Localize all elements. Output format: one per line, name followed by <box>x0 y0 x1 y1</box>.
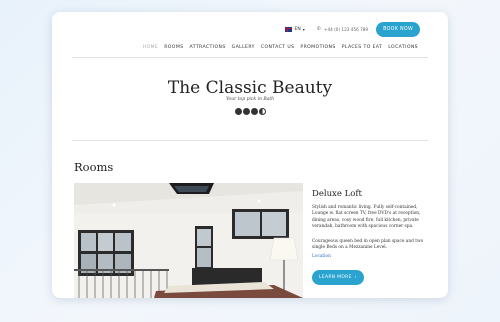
book-now-button[interactable]: BOOK NOW <box>376 21 420 37</box>
rooms-heading: Rooms <box>74 160 114 174</box>
room-description: Stylish and romantic living. Fully self-… <box>312 205 421 229</box>
nav-item-places-to-eat[interactable]: PLACES TO EAT <box>342 45 383 50</box>
room-photo[interactable] <box>74 183 303 298</box>
nav-item-home[interactable]: HOME <box>143 45 159 50</box>
phone-contact[interactable]: ✆ +44 (0) 123 456 789 <box>317 26 368 32</box>
rating-dot-full-icon <box>250 108 258 115</box>
rating-dots <box>52 108 448 115</box>
nav-item-rooms[interactable]: ROOMS <box>164 45 183 50</box>
nav-item-locations[interactable]: LOCATIONS <box>388 45 418 50</box>
learn-more-button[interactable]: LEARN MORE › <box>312 270 364 285</box>
rating-dot-half-icon <box>258 108 266 115</box>
nav-item-attractions[interactable]: ATTRACTIONS <box>190 45 226 50</box>
phone-number: +44 (0) 123 456 789 <box>323 26 369 32</box>
learn-more-label: LEARN MORE <box>319 275 352 280</box>
section-divider <box>72 140 428 141</box>
room-beds-description: Courageous queen bed in open plan space … <box>312 239 424 251</box>
nav-item-gallery[interactable]: GALLERY <box>232 45 255 50</box>
hero-subtitle: Your top pick in Bath <box>225 97 275 102</box>
page-card: EN ▾ ✆ +44 (0) 123 456 789 BOOK NOW HOME… <box>52 12 448 298</box>
language-label: EN <box>294 26 301 32</box>
caret-down-icon: ▾ <box>302 26 305 32</box>
top-bar: EN ▾ ✆ +44 (0) 123 456 789 BOOK NOW <box>283 20 420 38</box>
nav-item-promotions[interactable]: PROMOTIONS <box>300 45 335 50</box>
chevron-right-icon: › <box>354 275 357 280</box>
uk-flag-icon <box>283 25 293 33</box>
location-link[interactable]: Location <box>312 254 331 259</box>
room-title: Deluxe Loft <box>312 189 362 199</box>
main-nav: HOME ROOMS ATTRACTIONS GALLERY CONTACT U… <box>143 45 418 50</box>
rating-dot-full-icon <box>234 108 242 115</box>
room-photo-image <box>74 183 303 298</box>
language-selector[interactable]: EN ▾ <box>283 25 305 33</box>
phone-icon: ✆ <box>316 26 321 32</box>
hero-title: The Classic Beauty <box>167 78 333 98</box>
nav-item-contact-us[interactable]: CONTACT US <box>261 45 295 50</box>
header-divider <box>72 57 428 58</box>
rating-dot-full-icon <box>242 108 250 115</box>
